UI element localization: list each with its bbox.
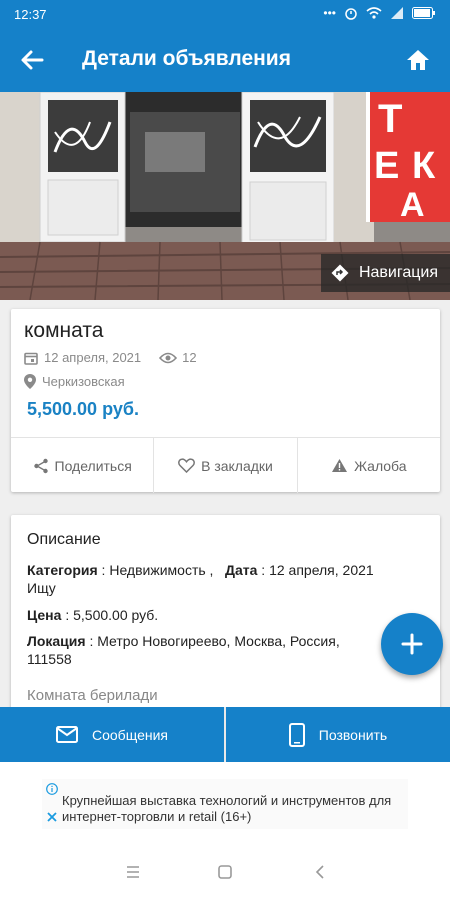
alarm-icon [345, 8, 357, 20]
report-button[interactable]: Жалоба [296, 438, 440, 493]
date-label: Дата [225, 562, 258, 578]
report-label: Жалоба [354, 457, 407, 474]
home-square-icon[interactable] [218, 865, 232, 879]
eye-icon [159, 352, 178, 363]
svg-text:Т: Т [378, 97, 402, 141]
listing-price: 5,500.00 руб. [27, 399, 139, 419]
listing-location: Черкизовская [42, 374, 125, 389]
app-bar: Детали объявления [0, 28, 450, 92]
category-label: Категория [27, 562, 98, 578]
price-value: : 5,500.00 руб. [61, 607, 159, 623]
category-row: Категория : Недвижимость , Ищу [27, 561, 217, 597]
listing-meta: 12 апреля, 2021 12 [24, 350, 197, 365]
system-nav-bar [0, 846, 450, 900]
description-text: Комната берилади [27, 687, 158, 704]
wifi-icon [366, 7, 382, 19]
plus-icon [401, 633, 423, 655]
price-label: Цена [27, 607, 62, 623]
heart-icon [178, 458, 196, 473]
signal-icon [391, 7, 403, 19]
bookmark-label: В закладки [201, 457, 273, 474]
description-card: Описание Категория : Недвижимость , Ищу … [11, 515, 440, 715]
share-button[interactable]: Поделиться [11, 438, 153, 493]
navigation-label: Навигация [358, 264, 438, 281]
listing-location-row: Черкизовская [24, 374, 125, 389]
listing-photo[interactable]: Т Е К А Навигация [0, 92, 450, 300]
ad-text: Крупнейшая выставка технологий и инструм… [62, 793, 392, 824]
listing-date: 12 апреля, 2021 [44, 350, 142, 365]
svg-text:А: А [400, 186, 425, 224]
call-button[interactable]: Позвонить [224, 707, 450, 762]
phone-icon [288, 722, 305, 747]
messages-label: Сообщения [92, 726, 168, 743]
date-value: : 12 апреля, 2021 [257, 562, 374, 578]
listing-summary-card: комната 12 апреля, 2021 12 Черкизовская … [11, 309, 440, 493]
location-label: Локация [27, 633, 86, 649]
status-time: 12:37 [14, 7, 47, 22]
dots-icon: ••• [323, 6, 336, 20]
share-icon [33, 458, 48, 473]
close-icon[interactable] [46, 811, 58, 823]
navigation-button[interactable]: Навигация [320, 254, 450, 292]
mail-icon [56, 726, 78, 743]
call-label: Позвонить [318, 726, 388, 743]
navigation-icon [331, 264, 349, 282]
location-row: Локация : Метро Новогиреево, Москва, Рос… [27, 632, 387, 668]
svg-text:К: К [412, 145, 436, 187]
share-label: Поделиться [54, 457, 132, 474]
info-icon[interactable] [46, 783, 58, 795]
home-icon[interactable] [404, 46, 432, 74]
add-fab-button[interactable] [381, 613, 443, 675]
listing-views: 12 [182, 350, 197, 365]
ad-banner[interactable]: Крупнейшая выставка технологий и инструм… [42, 779, 408, 829]
back-arrow-icon[interactable] [18, 46, 46, 74]
calendar-icon [24, 352, 38, 365]
svg-text:Е: Е [374, 145, 399, 187]
status-icons: ••• [323, 6, 436, 20]
messages-button[interactable]: Сообщения [0, 707, 224, 762]
description-header: Описание [27, 531, 101, 548]
status-bar: 12:37 ••• [0, 0, 450, 28]
location-pin-icon [24, 374, 36, 389]
menu-icon[interactable] [126, 866, 140, 878]
system-back-icon[interactable] [315, 865, 325, 879]
bottom-action-bar: Сообщения Позвонить [0, 707, 450, 762]
price-row: Цена : 5,500.00 руб. [27, 606, 427, 624]
listing-actions: Поделиться В закладки Жалоба [11, 437, 440, 493]
ad-area: Крупнейшая выставка технологий и инструм… [0, 762, 450, 846]
bookmark-button[interactable]: В закладки [153, 438, 296, 493]
date-row: Дата : 12 апреля, 2021 [225, 561, 430, 579]
listing-title: комната [24, 319, 104, 342]
warning-icon [332, 459, 348, 472]
page-title: Детали объявления [82, 47, 291, 70]
battery-icon [412, 7, 435, 19]
